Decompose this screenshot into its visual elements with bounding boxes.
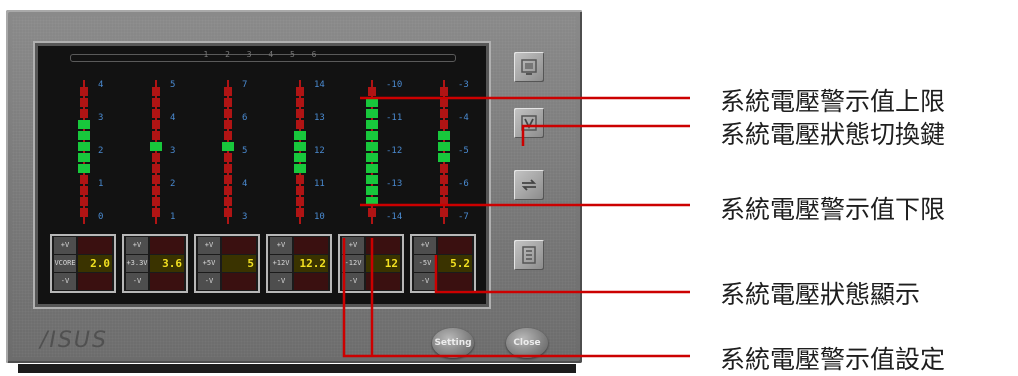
callout-alarm-setting: 系統電壓警示值設定	[720, 345, 946, 374]
callout-status-display: 系統電壓狀態顯示	[720, 280, 921, 309]
callout-lower-limit: 系統電壓警示值下限	[720, 195, 946, 224]
callout-line-toggle	[521, 124, 690, 146]
callout-status-toggle: 系統電壓狀態切換鍵	[720, 120, 946, 149]
callout-upper-limit: 系統電壓警示值上限	[720, 87, 946, 116]
callout-line-setting-a	[342, 238, 690, 358]
callout-line-status	[434, 255, 690, 294]
callout-lines	[342, 96, 690, 358]
